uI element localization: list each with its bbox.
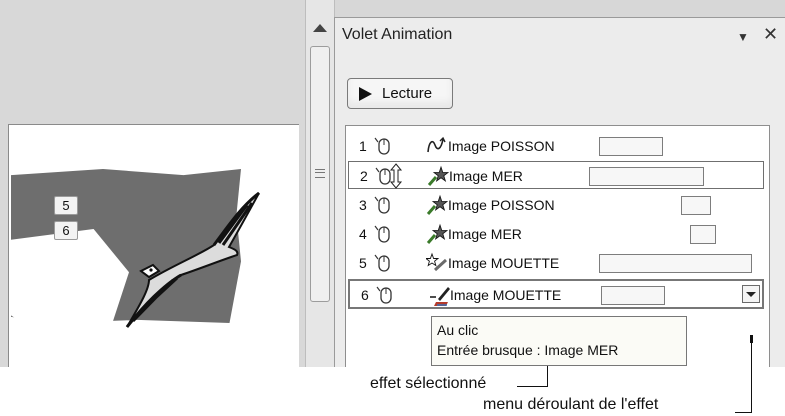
effect-dropdown-chevron-down-icon[interactable] xyxy=(742,285,760,303)
item-name: Image MOUETTE xyxy=(450,287,562,303)
animation-item-4[interactable]: 4 Image MER xyxy=(348,220,764,248)
mouse-icon xyxy=(374,196,390,214)
animation-pane: Volet Animation ▼ ✕ Lecture 1 Image POIS xyxy=(334,17,785,367)
animation-item-6[interactable]: 6 Image MOUETTE xyxy=(348,279,764,309)
animation-item-1[interactable]: 1 Image POISSON xyxy=(348,132,764,160)
timing-bar[interactable] xyxy=(589,167,704,186)
screenshot-frame: 5 6 Volet Animation ▼ ✕ Lecture 1 Image … xyxy=(0,0,785,367)
play-button-label: Lecture xyxy=(382,85,433,102)
timing-bar[interactable] xyxy=(681,196,711,215)
animation-list: 1 Image POISSON 2 Image MER 3 Image POIS… xyxy=(345,125,770,367)
effect-tooltip: Au clic Entrée brusque : Image MER xyxy=(431,316,687,366)
callout-marker xyxy=(750,335,753,343)
seagull-image[interactable] xyxy=(119,185,269,335)
resize-cursor-icon xyxy=(389,163,403,189)
pane-title: Volet Animation xyxy=(342,26,453,43)
timing-bar[interactable] xyxy=(599,137,663,156)
slide-editing-area: 5 6 xyxy=(0,0,305,367)
motion-path-icon xyxy=(427,136,446,153)
callout-line xyxy=(517,386,548,387)
timing-bar[interactable] xyxy=(690,225,716,244)
item-name: Image MER xyxy=(448,226,522,242)
entrance-star-icon xyxy=(427,165,449,186)
item-number: 4 xyxy=(359,226,367,242)
entrance-star-icon xyxy=(426,194,448,215)
close-icon[interactable]: ✕ xyxy=(763,24,778,45)
item-number: 6 xyxy=(361,287,369,303)
item-name: Image POISSON xyxy=(448,138,555,154)
callout-effect-menu: menu déroulant de l'effet xyxy=(483,396,659,413)
mouse-icon xyxy=(374,137,390,155)
mouse-icon xyxy=(374,254,390,272)
item-name: Image POISSON xyxy=(448,197,555,213)
play-button[interactable]: Lecture xyxy=(347,78,453,109)
timing-bar[interactable] xyxy=(599,254,752,273)
play-icon xyxy=(359,87,372,101)
callout-line xyxy=(751,343,752,413)
timing-bar[interactable] xyxy=(601,286,665,305)
item-name: Image MOUETTE xyxy=(448,255,560,271)
animation-tag-6: 6 xyxy=(54,221,78,240)
mouse-icon xyxy=(376,286,392,304)
animation-item-2[interactable]: 2 Image MER xyxy=(348,161,764,189)
item-number: 1 xyxy=(359,138,367,154)
grip-icon xyxy=(315,169,325,178)
item-number: 5 xyxy=(359,255,367,271)
pane-options-icon[interactable]: ▼ xyxy=(737,30,749,44)
exit-brush-icon xyxy=(430,287,450,306)
item-number: 2 xyxy=(360,168,368,184)
scroll-thumb[interactable] xyxy=(310,46,330,302)
animation-tag-5: 5 xyxy=(54,196,78,215)
mouse-icon xyxy=(374,225,390,243)
vertical-scrollbar[interactable] xyxy=(305,0,335,367)
animation-item-5[interactable]: 5 Image MOUETTE xyxy=(348,249,764,277)
emphasis-star-icon xyxy=(426,252,448,272)
scroll-up-arrow-icon[interactable] xyxy=(313,24,327,32)
slide-canvas[interactable]: 5 6 xyxy=(8,124,299,367)
tooltip-trigger: Au clic xyxy=(437,322,479,338)
animation-item-3[interactable]: 3 Image POISSON xyxy=(348,191,764,219)
item-name: Image MER xyxy=(449,168,523,184)
entrance-star-icon xyxy=(426,223,448,244)
callout-line xyxy=(735,412,752,413)
tooltip-effect: Entrée brusque : Image MER xyxy=(437,342,619,358)
callout-selected-effect: effet sélectionné xyxy=(370,375,487,392)
item-number: 3 xyxy=(359,197,367,213)
